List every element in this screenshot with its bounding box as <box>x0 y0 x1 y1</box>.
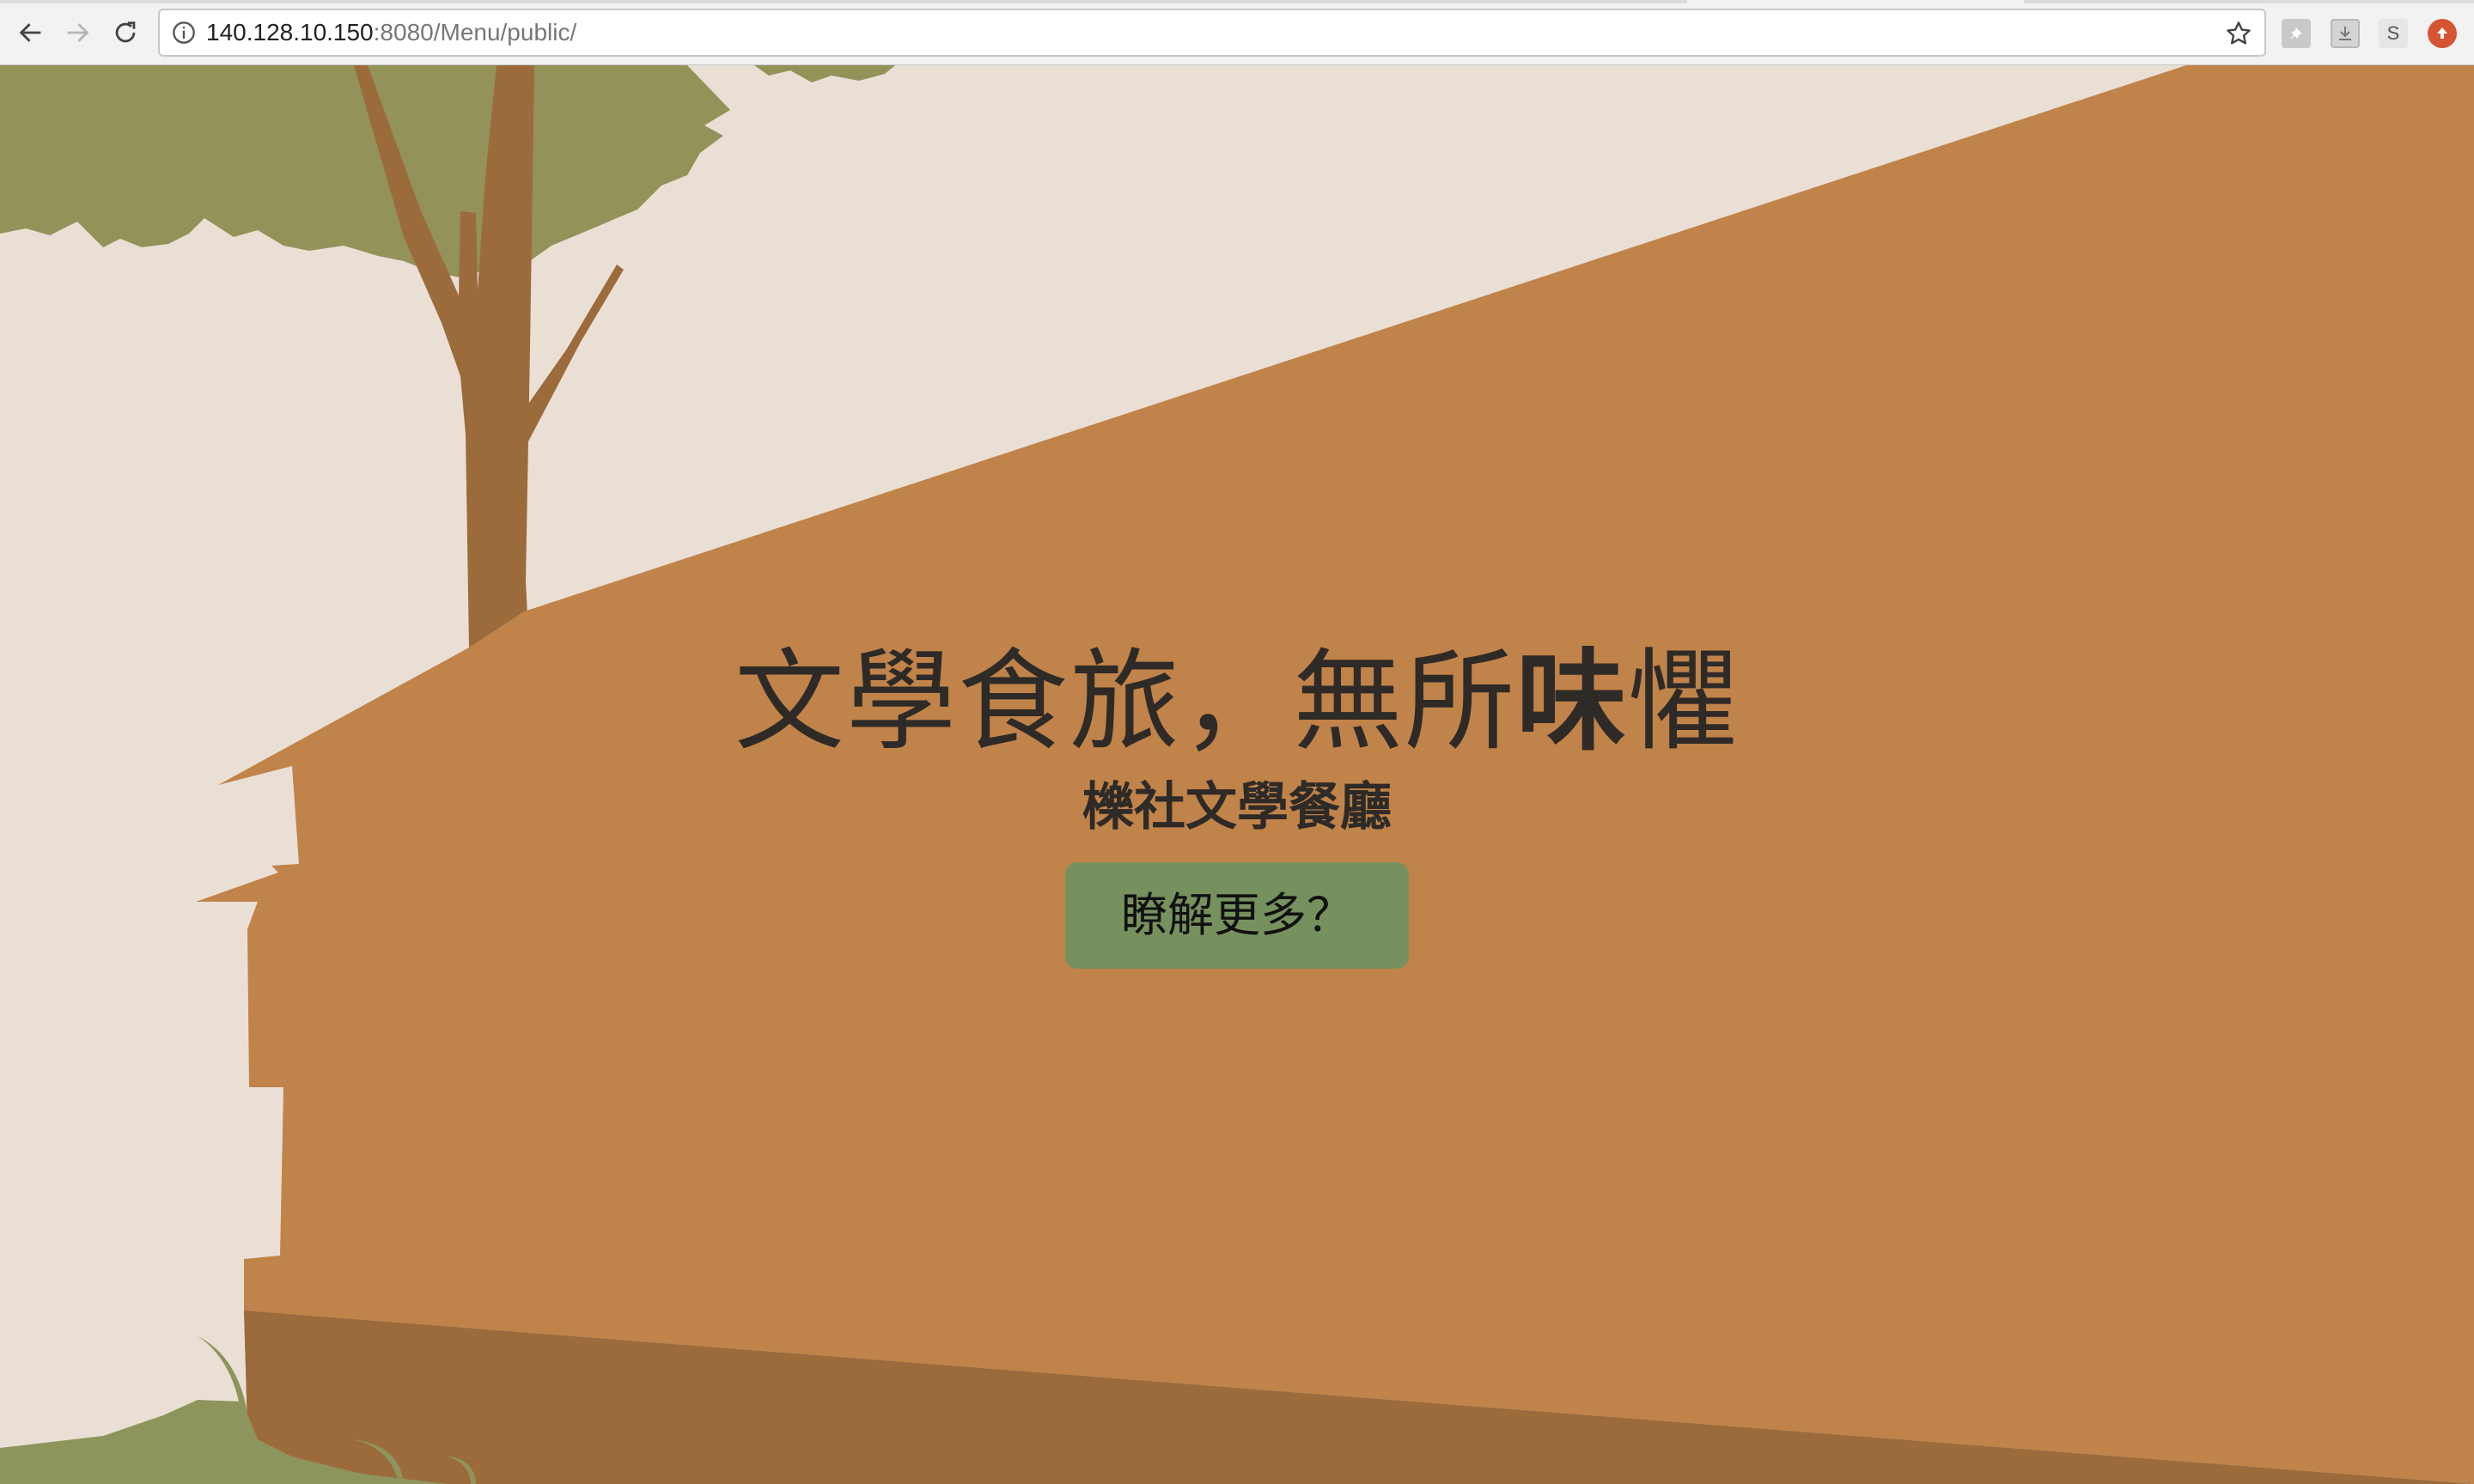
background-illustration <box>0 65 2474 1484</box>
arrow-left-icon <box>19 23 41 42</box>
reload-icon <box>115 21 136 43</box>
building-wall <box>196 65 2474 1484</box>
pin-extension-icon[interactable] <box>2282 19 2311 48</box>
star-icon[interactable] <box>2225 20 2252 47</box>
tree-foliage <box>0 65 895 278</box>
s-extension-icon[interactable]: S <box>2379 19 2408 48</box>
forward-button[interactable] <box>58 14 96 52</box>
browser-toolbar: 140.128.10.150:8080/Menu/public/ S <box>0 0 2474 65</box>
hero-title: 文學食旅，無所味懼 <box>0 642 2474 763</box>
hero-title-part1: 文學食旅，無所 <box>734 638 1516 766</box>
download-extension-icon[interactable] <box>2331 19 2360 48</box>
address-bar[interactable]: 140.128.10.150:8080/Menu/public/ <box>158 9 2266 57</box>
hero-title-emphasis: 味 <box>1515 638 1628 766</box>
reload-button[interactable] <box>107 14 144 52</box>
hero-subtitle: 櫟社文學餐廳 <box>1082 777 1392 837</box>
learn-more-button[interactable]: 瞭解更多？ <box>1065 862 1409 969</box>
back-button[interactable] <box>12 14 50 52</box>
tab-strip-edge <box>0 0 1687 3</box>
s-extension-label: S <box>2386 22 2400 44</box>
hero-title-part2: 懼 <box>1628 638 1740 766</box>
url-text[interactable]: 140.128.10.150:8080/Menu/public/ <box>206 10 576 55</box>
tab-strip-edge <box>2024 0 2474 3</box>
url-path: :8080/Menu/public/ <box>373 19 577 46</box>
info-icon[interactable] <box>172 21 196 45</box>
page-content: 文學食旅，無所味懼 櫟社文學餐廳 瞭解更多？ <box>0 65 2474 1484</box>
url-host: 140.128.10.150 <box>206 19 374 46</box>
red-upload-extension-icon[interactable] <box>2428 19 2457 48</box>
arrow-right-icon <box>67 23 89 42</box>
